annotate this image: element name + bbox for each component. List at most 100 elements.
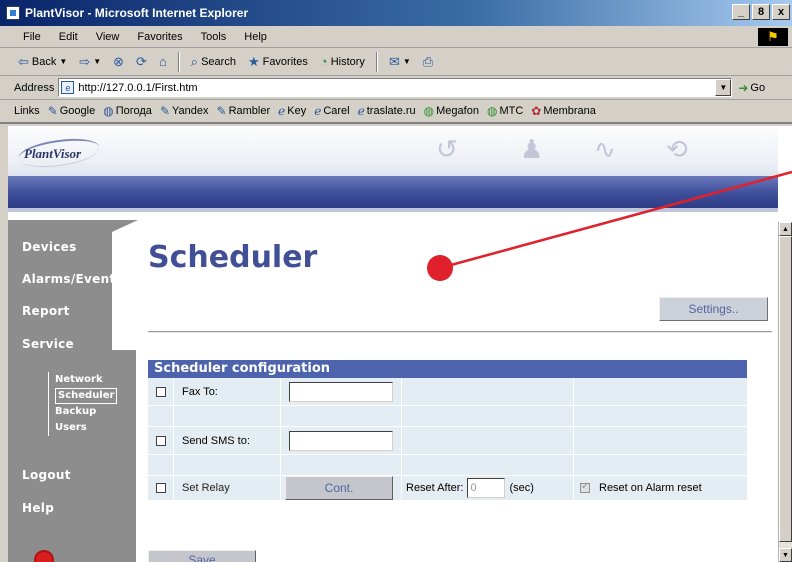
fax-input[interactable]: [289, 381, 393, 402]
subnav-backup[interactable]: Backup: [55, 404, 117, 420]
cont-button[interactable]: Cont.: [285, 476, 393, 500]
graph-icon[interactable]: ∿: [594, 134, 616, 165]
menu-tools[interactable]: Tools: [192, 31, 236, 43]
page-title: Scheduler: [148, 240, 318, 275]
divider: [148, 331, 772, 333]
subnav-scheduler[interactable]: Scheduler: [55, 388, 118, 404]
link-page-icon: ✎: [159, 104, 170, 118]
link-traslate[interactable]: ℯ traslate.ru: [358, 104, 416, 118]
save-button[interactable]: Save: [148, 550, 256, 562]
address-input[interactable]: e http://127.0.0.1/First.htm ▼: [58, 78, 733, 97]
fax-checkbox[interactable]: [155, 386, 166, 397]
back-button[interactable]: ⇦ Back ▼: [14, 51, 71, 73]
minimize-button[interactable]: _: [732, 4, 750, 20]
link-label: Google: [59, 105, 96, 117]
go-button[interactable]: ➜ Go: [738, 81, 765, 95]
plantvisor-logo: PlantVisor: [16, 134, 102, 172]
address-bar: Address e http://127.0.0.1/First.htm ▼ ➜…: [0, 76, 792, 100]
print-button[interactable]: ⎙: [419, 51, 437, 73]
rewind-icon[interactable]: ⟲: [666, 134, 688, 165]
link-label: traslate.ru: [366, 105, 416, 117]
alarm-bell-icon[interactable]: ♟: [520, 134, 543, 165]
favorites-button[interactable]: ★ Favorites: [244, 51, 312, 73]
sidebar-item-alarms-events[interactable]: Alarms/Events: [22, 272, 123, 286]
link-page-icon: ✎: [47, 104, 58, 118]
menu-edit[interactable]: Edit: [50, 31, 87, 43]
links-bar: Links ✎ Google ◍ Погода ✎ Yandex ✎ Rambler ℯ…: [0, 100, 792, 124]
search-icon: ⌕: [190, 53, 199, 69]
address-url: http://127.0.0.1/First.htm: [78, 81, 198, 94]
favorites-icon: ★: [247, 53, 260, 69]
relay-checkbox[interactable]: [155, 483, 166, 493]
link-yandex[interactable]: ✎ Yandex: [160, 104, 209, 118]
reset-alarm-checkbox[interactable]: [580, 481, 590, 493]
go-label: Go: [750, 81, 766, 94]
stop-button[interactable]: ⊗: [109, 51, 128, 73]
refresh-icon[interactable]: ↺: [436, 134, 458, 165]
home-button[interactable]: ⌂: [155, 51, 171, 73]
maximize-button[interactable]: 8: [752, 4, 770, 20]
menu-view[interactable]: View: [87, 31, 129, 43]
link-label: Погода: [115, 105, 152, 117]
scroll-up-icon[interactable]: ▲: [779, 222, 792, 236]
sidebar-item-help[interactable]: Help: [22, 501, 54, 515]
menu-favorites[interactable]: Favorites: [128, 31, 191, 43]
fax-row: Fax To:: [148, 378, 747, 405]
forward-button[interactable]: ⇨ ▼: [75, 51, 105, 73]
reset-after-input[interactable]: 0: [467, 478, 506, 498]
address-label: Address: [14, 81, 55, 94]
close-button[interactable]: x: [772, 4, 790, 20]
subnav-users[interactable]: Users: [55, 420, 117, 436]
link-key[interactable]: ℯ Key: [278, 104, 306, 118]
refresh-button[interactable]: ⟳: [132, 51, 151, 73]
sidebar-item-report[interactable]: Report: [22, 304, 70, 318]
sidebar-item-devices[interactable]: Devices: [22, 240, 77, 254]
subnav-network[interactable]: Network: [55, 372, 117, 388]
link-membrana[interactable]: ✿ Membrana: [531, 104, 596, 118]
menu-file[interactable]: File: [14, 31, 50, 43]
links-label: Links: [14, 105, 40, 117]
link-rambler[interactable]: ✎ Rambler: [217, 104, 271, 118]
scroll-gap: [778, 126, 792, 222]
chevron-down-icon[interactable]: ▼: [93, 57, 101, 66]
header-band-shadow: [8, 208, 778, 212]
ie-page-icon: ℯ: [357, 104, 365, 118]
ie-page-icon: ℯ: [314, 104, 322, 118]
settings-button[interactable]: Settings..: [659, 297, 768, 321]
menu-help[interactable]: Help: [235, 31, 276, 43]
reset-after-label: Reset After:: [406, 482, 464, 494]
mail-icon: ✉: [388, 53, 400, 69]
sms-label: Send SMS to:: [182, 434, 250, 447]
sms-checkbox[interactable]: [155, 435, 166, 446]
mail-button[interactable]: ✉ ▼: [385, 51, 415, 73]
history-button[interactable]: ◔ History: [316, 51, 369, 73]
menu-bar: File Edit View Favorites Tools Help ⚑: [0, 26, 792, 48]
sidebar-item-logout[interactable]: Logout: [22, 468, 71, 482]
link-mtc[interactable]: ◍ MTC: [487, 104, 523, 118]
toolbar-separator: [177, 51, 180, 72]
link-google[interactable]: ✎ Google: [48, 104, 96, 118]
sms-input[interactable]: [289, 430, 393, 451]
service-subnav: Network Scheduler Backup Users: [48, 372, 118, 436]
vertical-scrollbar[interactable]: ▲ ▼: [778, 222, 792, 562]
stop-icon: ⊗: [113, 53, 125, 69]
link-label: Megafon: [436, 105, 479, 117]
chevron-down-icon[interactable]: ▼: [59, 57, 67, 66]
link-megafon[interactable]: ◍ Megafon: [424, 104, 479, 118]
scroll-thumb[interactable]: [779, 236, 792, 542]
chevron-down-icon[interactable]: ▼: [403, 57, 411, 66]
relay-label: Set Relay: [182, 482, 230, 494]
globe-icon: ◍: [103, 104, 114, 118]
ie-page-icon: ℯ: [278, 104, 286, 118]
search-button[interactable]: ⌕ Search: [187, 51, 240, 73]
chevron-down-icon[interactable]: ▼: [715, 79, 732, 96]
window-controls: _ 8 x: [732, 4, 790, 20]
link-carel[interactable]: ℯ Carel: [314, 104, 349, 118]
go-arrow-icon: ➜: [738, 80, 749, 95]
config-table-header: Scheduler configuration: [148, 360, 747, 378]
forward-arrow-icon: ⇨: [79, 53, 91, 69]
link-pogoda[interactable]: ◍ Погода: [103, 104, 152, 118]
ie-app-icon: [6, 6, 20, 20]
sidebar-item-service[interactable]: Service: [22, 337, 74, 351]
scroll-down-icon[interactable]: ▼: [779, 548, 792, 562]
